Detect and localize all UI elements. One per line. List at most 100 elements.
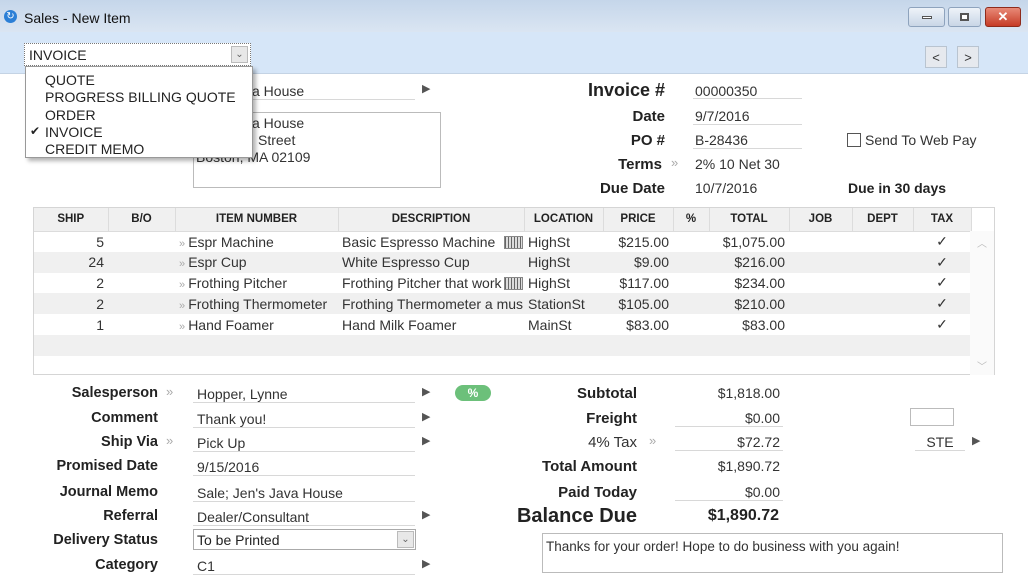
cell-pct[interactable] [673,273,709,294]
cell-ship[interactable]: 2 [34,273,108,294]
cell-loc[interactable]: StationSt [524,293,603,315]
empty-row[interactable] [34,356,971,377]
column-header[interactable]: DEPT [852,208,914,232]
cell-job[interactable] [789,231,852,252]
cell-desc[interactable]: Frothing Thermometer a mus [338,293,524,315]
ship-via-lookup-icon[interactable]: » [166,433,173,448]
terms-lookup-icon[interactable]: » [671,155,678,170]
salesperson-arrow-icon[interactable]: ▶ [422,385,430,398]
referral-arrow-icon[interactable]: ▶ [422,508,430,521]
cell-job[interactable] [789,293,852,315]
cell-bo[interactable] [108,273,175,294]
comment-field[interactable]: Thank you! [197,411,266,427]
transaction-type-select[interactable]: INVOICE ⌄ [24,43,251,66]
promised-date-field[interactable]: 9/15/2016 [197,459,259,475]
cell-total[interactable]: $1,075.00 [709,231,789,252]
column-header[interactable]: SHIP [34,208,109,232]
table-row[interactable]: 2 » Frothing Pitcher Frothing Pitcher that… [34,273,971,294]
table-row[interactable]: 24» Espr Cup White Espresso Cup HighSt $9.0… [34,251,971,273]
cell-loc[interactable]: MainSt [524,314,603,335]
cell-bo[interactable] [108,293,175,315]
ship-via-arrow-icon[interactable]: ▶ [422,434,430,447]
send-to-web-pay-checkbox[interactable] [847,133,861,147]
journal-memo-field[interactable]: Sale; Jen's Java House [197,485,343,501]
tax-lookup-icon[interactable]: » [649,433,656,448]
empty-row[interactable] [34,334,971,356]
po-field[interactable]: B-28436 [695,132,748,148]
cell-price[interactable]: $9.00 [603,251,673,273]
menu-item-quote[interactable]: QUOTE [45,72,95,88]
menu-item-progress-billing-quote[interactable]: PROGRESS BILLING QUOTE [45,89,236,105]
notes-icon[interactable] [504,276,523,290]
cell-total[interactable]: $210.00 [709,293,789,315]
cell-tax[interactable]: ✓ [913,314,971,335]
invoice-message-box[interactable]: Thanks for your order! Hope to do busine… [542,533,1003,573]
cell-tax[interactable]: ✓ [913,293,971,315]
cell-item[interactable]: » Espr Cup [175,251,338,273]
previous-button[interactable]: < [925,46,947,68]
menu-item-credit-memo[interactable]: CREDIT MEMO [45,141,144,157]
column-header[interactable]: DESCRIPTION [338,208,525,232]
cell-job[interactable] [789,251,852,273]
send-to-web-pay-label[interactable]: Send To Web Pay [865,132,977,148]
terms-value[interactable]: 2% 10 Net 30 [695,156,780,172]
cell-loc[interactable]: HighSt [524,231,603,252]
cell-ship[interactable]: 24 [34,251,108,273]
salesperson-field[interactable]: Hopper, Lynne [197,386,288,402]
cell-job[interactable] [789,314,852,335]
discount-button[interactable]: % [455,385,491,401]
cell-tax[interactable]: ✓ [913,251,971,273]
cell-tax[interactable]: ✓ [913,273,971,294]
date-field[interactable]: 9/7/2016 [695,108,750,124]
cell-loc[interactable]: HighSt [524,273,603,294]
cell-ship[interactable]: 2 [34,293,108,315]
category-arrow-icon[interactable]: ▶ [422,557,430,570]
cell-dept[interactable] [852,314,913,335]
cell-ship[interactable]: 5 [34,231,108,252]
cell-total[interactable]: $216.00 [709,251,789,273]
close-button[interactable]: ✕ [985,7,1021,27]
cell-loc[interactable]: HighSt [524,251,603,273]
menu-item-invoice[interactable]: INVOICE [45,124,103,140]
cell-total[interactable]: $234.00 [709,273,789,294]
column-header[interactable]: % [673,208,710,232]
cell-price[interactable]: $117.00 [603,273,673,294]
cell-price[interactable]: $83.00 [603,314,673,335]
cell-bo[interactable] [108,314,175,335]
grid-scrollbar[interactable]: ︿ ﹀ [970,231,994,375]
column-header[interactable]: JOB [789,208,853,232]
cell-desc[interactable]: Basic Espresso Machine [338,231,524,252]
menu-item-order[interactable]: ORDER [45,107,96,123]
cell-dept[interactable] [852,273,913,294]
cell-price[interactable]: $105.00 [603,293,673,315]
cell-dept[interactable] [852,251,913,273]
cell-item[interactable]: » Hand Foamer [175,314,338,335]
cell-dept[interactable] [852,231,913,252]
tax-code-field[interactable]: STE [915,434,965,450]
customer-name-field[interactable]: a House [252,83,304,99]
cell-pct[interactable] [673,251,709,273]
minimize-button[interactable] [908,7,945,27]
customer-arrow-icon[interactable]: ▶ [422,82,430,95]
cell-pct[interactable] [673,314,709,335]
item-lookup-icon[interactable]: » [179,238,188,250]
cell-pct[interactable] [673,231,709,252]
item-lookup-icon[interactable]: » [179,258,188,270]
cell-price[interactable]: $215.00 [603,231,673,252]
cell-desc[interactable]: Frothing Pitcher that work [338,273,524,294]
cell-desc[interactable]: Hand Milk Foamer [338,314,524,335]
cell-dept[interactable] [852,293,913,315]
freight-tax-code-field[interactable] [910,408,954,426]
notes-icon[interactable] [504,235,523,249]
table-row[interactable]: 1 » Hand Foamer Hand Milk Foamer MainSt $83.… [34,314,971,335]
cell-item[interactable]: » Frothing Pitcher [175,273,338,294]
chevron-down-icon[interactable]: ⌄ [397,531,414,548]
cell-item[interactable]: » Espr Machine [175,231,338,252]
cell-ship[interactable]: 1 [34,314,108,335]
next-button[interactable]: > [957,46,979,68]
table-row[interactable]: 2» Frothing Thermometer Frothing Thermome… [34,293,971,315]
item-lookup-icon[interactable]: » [179,279,188,291]
cell-tax[interactable]: ✓ [913,231,971,252]
cell-pct[interactable] [673,293,709,315]
cell-bo[interactable] [108,251,175,273]
